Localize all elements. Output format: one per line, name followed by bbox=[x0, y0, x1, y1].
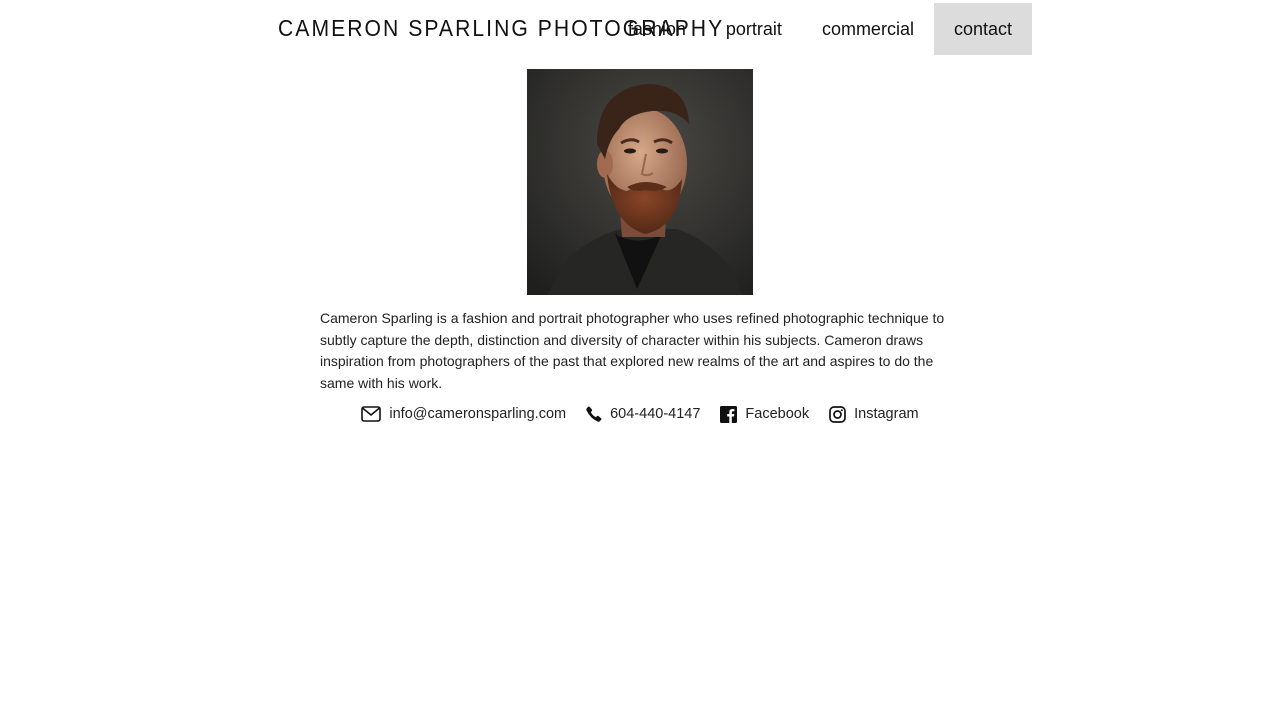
email-link[interactable]: info@cameronsparling.com bbox=[361, 402, 566, 426]
site-header: CAMERON SPARLING PHOTOGRAPHY fashion por… bbox=[270, 3, 1032, 55]
phone-icon bbox=[586, 406, 602, 422]
nav-portrait[interactable]: portrait bbox=[706, 3, 802, 55]
instagram-label: Instagram bbox=[854, 406, 919, 422]
instagram-icon bbox=[829, 405, 846, 423]
phone-link[interactable]: 604-440-4147 bbox=[586, 402, 700, 426]
main-nav: fashion portrait commercial contact bbox=[608, 3, 1032, 55]
portrait-photo bbox=[527, 69, 753, 295]
phone-label: 604-440-4147 bbox=[610, 406, 701, 422]
bio-text: Cameron Sparling is a fashion and portra… bbox=[320, 310, 945, 391]
nav-commercial[interactable]: commercial bbox=[802, 3, 934, 55]
envelope-icon bbox=[361, 406, 382, 422]
nav-fashion[interactable]: fashion bbox=[608, 3, 706, 55]
nav-contact[interactable]: contact bbox=[933, 3, 1032, 55]
contact-links: info@cameronsparling.com 604-440-4147 Fa… bbox=[0, 402, 1280, 426]
facebook-label: Facebook bbox=[745, 406, 810, 422]
portrait-photo-image bbox=[527, 69, 753, 295]
facebook-icon bbox=[720, 405, 738, 423]
facebook-link[interactable]: Facebook bbox=[720, 402, 809, 426]
email-label: info@cameronsparling.com bbox=[389, 406, 567, 422]
instagram-link[interactable]: Instagram bbox=[829, 402, 919, 426]
